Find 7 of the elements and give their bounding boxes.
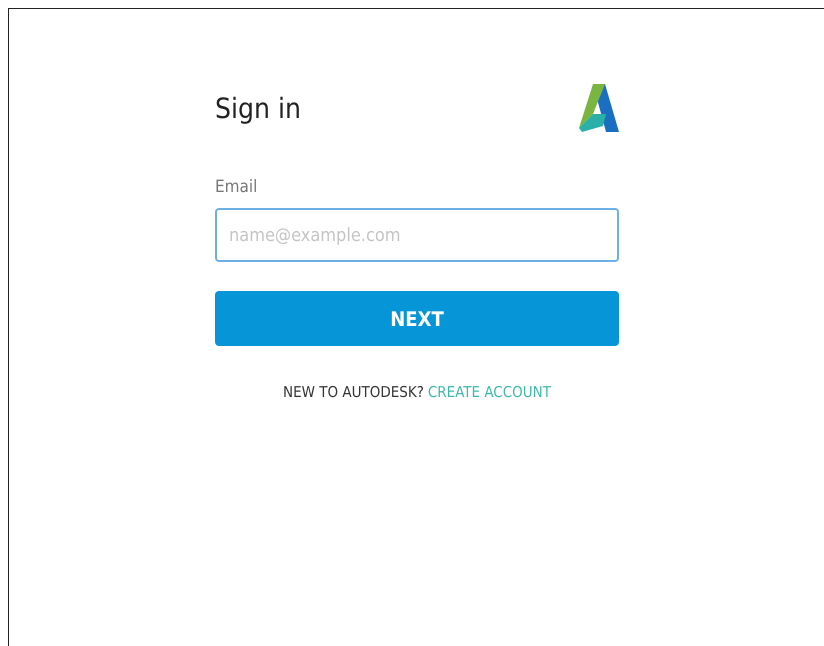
signup-prompt: NEW TO AUTODESK? [283,383,424,401]
create-account-link[interactable]: CREATE ACCOUNT [428,383,551,401]
page-title: Sign in [215,92,301,124]
next-button[interactable]: NEXT [215,291,619,346]
email-label: Email [215,177,258,197]
logo-icon [579,84,619,132]
email-field[interactable]: name@example.com [215,208,619,262]
